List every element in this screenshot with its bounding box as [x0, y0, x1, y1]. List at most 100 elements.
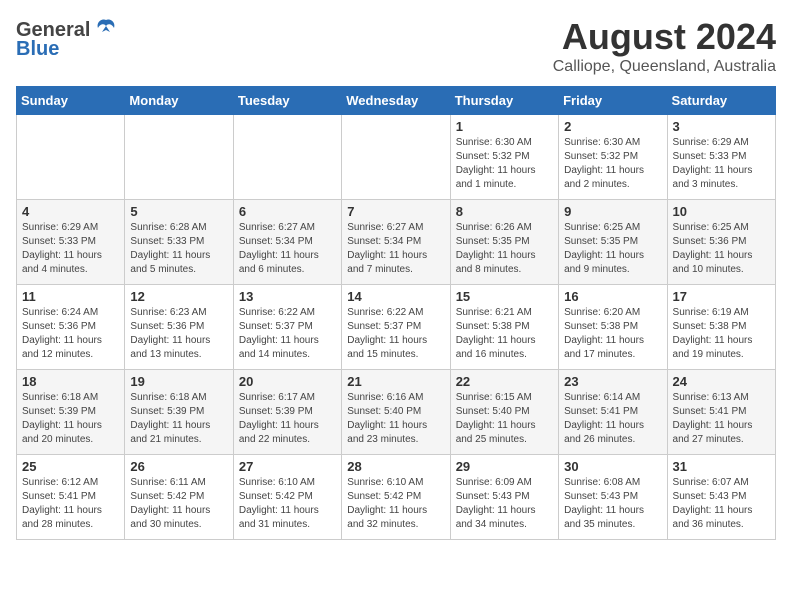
day-content: Sunrise: 6:22 AM Sunset: 5:37 PM Dayligh…	[347, 306, 444, 362]
day-content: Sunrise: 6:21 AM Sunset: 5:38 PM Dayligh…	[456, 306, 553, 362]
day-number: 26	[130, 459, 227, 474]
day-content: Sunrise: 6:09 AM Sunset: 5:43 PM Dayligh…	[456, 476, 553, 532]
calendar-cell	[233, 115, 341, 200]
logo-bird-icon	[92, 16, 120, 44]
calendar-week-row: 25 Sunrise: 6:12 AM Sunset: 5:41 PM Dayli…	[17, 455, 776, 540]
calendar-cell: 25 Sunrise: 6:12 AM Sunset: 5:41 PM Dayli…	[17, 455, 125, 540]
day-content: Sunrise: 6:27 AM Sunset: 5:34 PM Dayligh…	[239, 221, 336, 277]
day-number: 10	[673, 204, 770, 219]
calendar-subtitle: Calliope, Queensland, Australia	[553, 58, 776, 76]
calendar-cell: 29 Sunrise: 6:09 AM Sunset: 5:43 PM Dayli…	[450, 455, 558, 540]
day-content: Sunrise: 6:11 AM Sunset: 5:42 PM Dayligh…	[130, 476, 227, 532]
day-number: 18	[22, 374, 119, 389]
calendar-cell: 23Sunrise: 6:14 AM Sunset: 5:41 PM Dayli…	[559, 370, 667, 455]
day-content: Sunrise: 6:16 AM Sunset: 5:40 PM Dayligh…	[347, 391, 444, 447]
calendar-cell	[342, 115, 450, 200]
calendar-table: SundayMondayTuesdayWednesdayThursdayFrid…	[16, 86, 776, 540]
day-of-week-header: Friday	[559, 87, 667, 115]
calendar-cell: 1 Sunrise: 6:30 AM Sunset: 5:32 PM Daylig…	[450, 115, 558, 200]
day-content: Sunrise: 6:24 AM Sunset: 5:36 PM Dayligh…	[22, 306, 119, 362]
day-content: Sunrise: 6:25 AM Sunset: 5:35 PM Dayligh…	[564, 221, 661, 277]
day-number: 29	[456, 459, 553, 474]
day-number: 11	[22, 289, 119, 304]
calendar-cell: 22 Sunrise: 6:15 AM Sunset: 5:40 PM Dayli…	[450, 370, 558, 455]
calendar-cell: 31Sunrise: 6:07 AM Sunset: 5:43 PM Dayli…	[667, 455, 775, 540]
calendar-cell: 24 Sunrise: 6:13 AM Sunset: 5:41 PM Dayli…	[667, 370, 775, 455]
day-number: 1	[456, 119, 553, 134]
day-content: Sunrise: 6:14 AM Sunset: 5:41 PM Dayligh…	[564, 391, 661, 447]
calendar-week-row: 11 Sunrise: 6:24 AM Sunset: 5:36 PM Dayli…	[17, 285, 776, 370]
day-content: Sunrise: 6:22 AM Sunset: 5:37 PM Dayligh…	[239, 306, 336, 362]
calendar-cell: 2 Sunrise: 6:30 AM Sunset: 5:32 PM Daylig…	[559, 115, 667, 200]
day-content: Sunrise: 6:28 AM Sunset: 5:33 PM Dayligh…	[130, 221, 227, 277]
day-of-week-header: Sunday	[17, 87, 125, 115]
calendar-cell: 27 Sunrise: 6:10 AM Sunset: 5:42 PM Dayli…	[233, 455, 341, 540]
day-content: Sunrise: 6:13 AM Sunset: 5:41 PM Dayligh…	[673, 391, 770, 447]
day-number: 19	[130, 374, 227, 389]
calendar-cell: 18 Sunrise: 6:18 AM Sunset: 5:39 PM Dayli…	[17, 370, 125, 455]
day-content: Sunrise: 6:23 AM Sunset: 5:36 PM Dayligh…	[130, 306, 227, 362]
calendar-week-row: 4Sunrise: 6:29 AM Sunset: 5:33 PM Daylig…	[17, 200, 776, 285]
calendar-title-area: August 2024 Calliope, Queensland, Austra…	[553, 16, 776, 76]
day-content: Sunrise: 6:30 AM Sunset: 5:32 PM Dayligh…	[456, 136, 553, 192]
day-number: 21	[347, 374, 444, 389]
day-content: Sunrise: 6:17 AM Sunset: 5:39 PM Dayligh…	[239, 391, 336, 447]
day-content: Sunrise: 6:15 AM Sunset: 5:40 PM Dayligh…	[456, 391, 553, 447]
calendar-cell: 9 Sunrise: 6:25 AM Sunset: 5:35 PM Daylig…	[559, 200, 667, 285]
day-content: Sunrise: 6:18 AM Sunset: 5:39 PM Dayligh…	[130, 391, 227, 447]
calendar-cell: 12 Sunrise: 6:23 AM Sunset: 5:36 PM Dayli…	[125, 285, 233, 370]
day-content: Sunrise: 6:10 AM Sunset: 5:42 PM Dayligh…	[239, 476, 336, 532]
day-content: Sunrise: 6:30 AM Sunset: 5:32 PM Dayligh…	[564, 136, 661, 192]
calendar-cell	[125, 115, 233, 200]
day-number: 20	[239, 374, 336, 389]
day-number: 22	[456, 374, 553, 389]
page-header: General Blue August 2024 Calliope, Queen…	[16, 16, 776, 76]
day-content: Sunrise: 6:29 AM Sunset: 5:33 PM Dayligh…	[673, 136, 770, 192]
day-number: 15	[456, 289, 553, 304]
calendar-cell: 30Sunrise: 6:08 AM Sunset: 5:43 PM Dayli…	[559, 455, 667, 540]
day-content: Sunrise: 6:19 AM Sunset: 5:38 PM Dayligh…	[673, 306, 770, 362]
logo: General Blue	[16, 16, 120, 61]
calendar-cell: 5 Sunrise: 6:28 AM Sunset: 5:33 PM Daylig…	[125, 200, 233, 285]
calendar-cell: 17 Sunrise: 6:19 AM Sunset: 5:38 PM Dayli…	[667, 285, 775, 370]
calendar-cell: 13 Sunrise: 6:22 AM Sunset: 5:37 PM Dayli…	[233, 285, 341, 370]
calendar-week-row: 1 Sunrise: 6:30 AM Sunset: 5:32 PM Daylig…	[17, 115, 776, 200]
day-number: 12	[130, 289, 227, 304]
day-number: 28	[347, 459, 444, 474]
day-of-week-header: Saturday	[667, 87, 775, 115]
day-content: Sunrise: 6:10 AM Sunset: 5:42 PM Dayligh…	[347, 476, 444, 532]
day-number: 9	[564, 204, 661, 219]
day-number: 2	[564, 119, 661, 134]
calendar-header-row: SundayMondayTuesdayWednesdayThursdayFrid…	[17, 87, 776, 115]
calendar-cell: 20 Sunrise: 6:17 AM Sunset: 5:39 PM Dayli…	[233, 370, 341, 455]
day-number: 3	[673, 119, 770, 134]
day-content: Sunrise: 6:07 AM Sunset: 5:43 PM Dayligh…	[673, 476, 770, 532]
day-of-week-header: Tuesday	[233, 87, 341, 115]
calendar-week-row: 18 Sunrise: 6:18 AM Sunset: 5:39 PM Dayli…	[17, 370, 776, 455]
calendar-cell: 8Sunrise: 6:26 AM Sunset: 5:35 PM Daylig…	[450, 200, 558, 285]
day-number: 25	[22, 459, 119, 474]
day-number: 5	[130, 204, 227, 219]
calendar-cell: 15 Sunrise: 6:21 AM Sunset: 5:38 PM Dayli…	[450, 285, 558, 370]
day-number: 8	[456, 204, 553, 219]
day-content: Sunrise: 6:12 AM Sunset: 5:41 PM Dayligh…	[22, 476, 119, 532]
calendar-cell: 3 Sunrise: 6:29 AM Sunset: 5:33 PM Daylig…	[667, 115, 775, 200]
calendar-cell: 14 Sunrise: 6:22 AM Sunset: 5:37 PM Dayli…	[342, 285, 450, 370]
day-number: 13	[239, 289, 336, 304]
day-of-week-header: Monday	[125, 87, 233, 115]
calendar-cell	[17, 115, 125, 200]
day-content: Sunrise: 6:18 AM Sunset: 5:39 PM Dayligh…	[22, 391, 119, 447]
calendar-cell: 26 Sunrise: 6:11 AM Sunset: 5:42 PM Dayli…	[125, 455, 233, 540]
day-number: 16	[564, 289, 661, 304]
calendar-cell: 11 Sunrise: 6:24 AM Sunset: 5:36 PM Dayli…	[17, 285, 125, 370]
day-number: 30	[564, 459, 661, 474]
day-number: 6	[239, 204, 336, 219]
calendar-cell: 16Sunrise: 6:20 AM Sunset: 5:38 PM Dayli…	[559, 285, 667, 370]
day-number: 14	[347, 289, 444, 304]
calendar-cell: 21 Sunrise: 6:16 AM Sunset: 5:40 PM Dayli…	[342, 370, 450, 455]
calendar-cell: 10Sunrise: 6:25 AM Sunset: 5:36 PM Dayli…	[667, 200, 775, 285]
day-content: Sunrise: 6:27 AM Sunset: 5:34 PM Dayligh…	[347, 221, 444, 277]
day-number: 24	[673, 374, 770, 389]
day-number: 27	[239, 459, 336, 474]
day-number: 17	[673, 289, 770, 304]
